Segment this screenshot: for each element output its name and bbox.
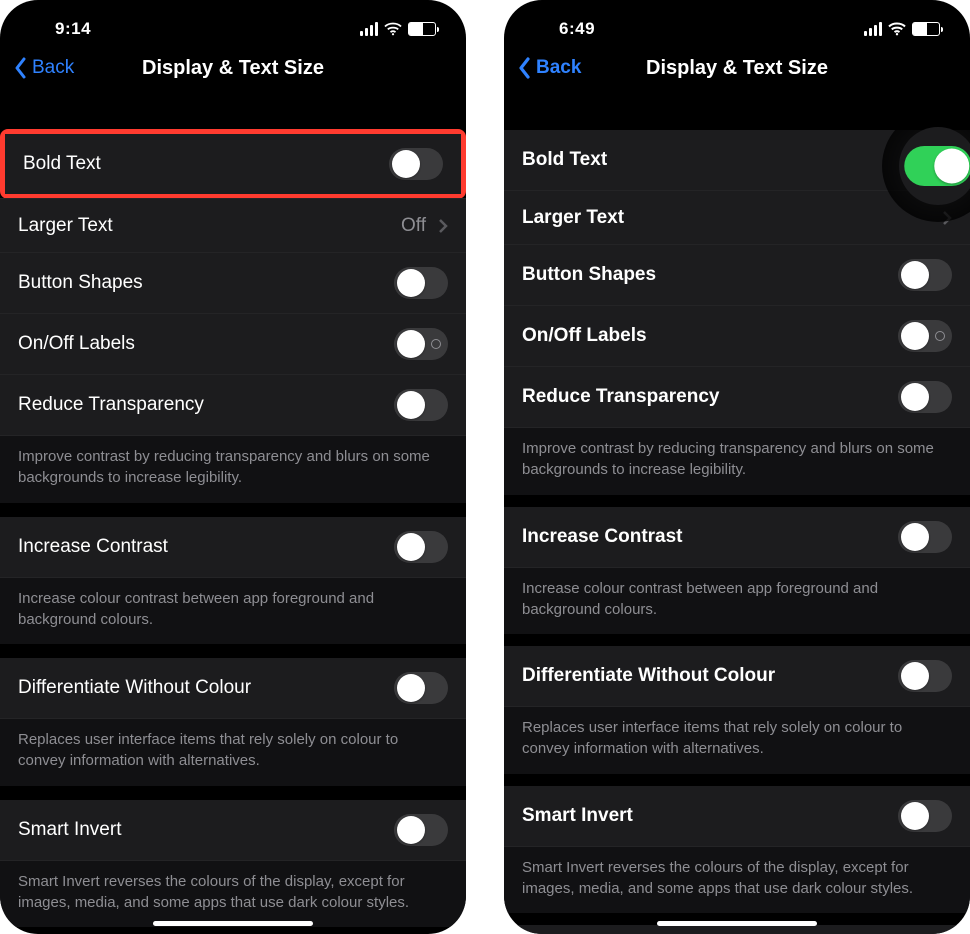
row-label: Bold Text xyxy=(23,153,101,175)
row-label: Button Shapes xyxy=(18,272,143,294)
row-label: Differentiate Without Colour xyxy=(522,665,775,687)
back-label: Back xyxy=(536,57,581,79)
row-increase-contrast[interactable]: Increase Contrast xyxy=(0,517,466,577)
note-increase-contrast: Increase colour contrast between app for… xyxy=(0,577,466,645)
note-smart-invert: Smart Invert reverses the colours of the… xyxy=(0,860,466,928)
status-bar: 9:14 xyxy=(0,0,466,44)
note-increase-contrast: Increase colour contrast between app for… xyxy=(504,567,970,635)
toggle-smart-invert[interactable] xyxy=(394,814,448,846)
toggle-differentiate-colour[interactable] xyxy=(394,672,448,704)
toggle-increase-contrast[interactable] xyxy=(898,521,952,553)
battery-icon xyxy=(408,22,436,36)
row-bold-text[interactable]: Bold Text xyxy=(5,134,461,194)
toggle-onoff-labels[interactable] xyxy=(394,328,448,360)
row-label: Increase Contrast xyxy=(522,526,683,548)
row-label: Differentiate Without Colour xyxy=(18,677,251,699)
row-label: Increase Contrast xyxy=(18,536,168,558)
highlight-bold-text: Bold Text xyxy=(0,129,466,199)
row-label: Reduce Transparency xyxy=(18,394,204,416)
toggle-bold-text[interactable] xyxy=(389,148,443,180)
nav-bar: Back Display & Text Size xyxy=(504,44,970,92)
row-label: Bold Text xyxy=(522,149,607,171)
row-label: Smart Invert xyxy=(522,805,633,827)
row-reduce-transparency[interactable]: Reduce Transparency xyxy=(504,366,970,427)
back-button[interactable]: Back xyxy=(518,57,581,79)
row-button-shapes[interactable]: Button Shapes xyxy=(0,252,466,313)
row-label: Larger Text xyxy=(522,207,624,229)
nav-bar: Back Display & Text Size xyxy=(0,44,466,92)
home-indicator[interactable] xyxy=(153,921,313,926)
row-larger-text[interactable]: Larger Text xyxy=(504,190,970,244)
row-reduce-transparency[interactable]: Reduce Transparency xyxy=(0,374,466,435)
toggle-button-shapes[interactable] xyxy=(898,259,952,291)
note-differentiate-colour: Replaces user interface items that rely … xyxy=(504,706,970,774)
row-differentiate-colour[interactable]: Differentiate Without Colour xyxy=(0,658,466,718)
toggle-bold-text[interactable] xyxy=(904,146,970,186)
row-bold-text[interactable]: Bold Text xyxy=(504,130,970,190)
toggle-differentiate-colour[interactable] xyxy=(898,660,952,692)
row-differentiate-colour[interactable]: Differentiate Without Colour xyxy=(504,646,970,706)
phone-left: 9:14 Back Display & Text Size Bold Text … xyxy=(0,0,466,934)
note-differentiate-colour: Replaces user interface items that rely … xyxy=(0,718,466,786)
row-onoff-labels[interactable]: On/Off Labels xyxy=(0,313,466,374)
row-smart-invert[interactable]: Smart Invert xyxy=(0,800,466,860)
status-time: 9:14 xyxy=(55,19,91,39)
back-label: Back xyxy=(32,57,74,79)
toggle-smart-invert[interactable] xyxy=(898,800,952,832)
row-label: On/Off Labels xyxy=(522,325,647,347)
row-classic-invert[interactable]: Classic Invert xyxy=(504,925,970,934)
row-label: Button Shapes xyxy=(522,264,656,286)
row-increase-contrast[interactable]: Increase Contrast xyxy=(504,507,970,567)
chevron-right-icon xyxy=(438,218,448,234)
chevron-right-icon xyxy=(942,210,952,226)
row-label: Larger Text xyxy=(18,215,113,237)
toggle-increase-contrast[interactable] xyxy=(394,531,448,563)
cellular-signal-icon xyxy=(864,22,882,36)
row-button-shapes[interactable]: Button Shapes xyxy=(504,244,970,305)
chevron-left-icon xyxy=(14,57,28,79)
note-reduce-transparency: Improve contrast by reducing transparenc… xyxy=(0,435,466,503)
battery-icon xyxy=(912,22,940,36)
row-smart-invert[interactable]: Smart Invert xyxy=(504,786,970,846)
settings-list[interactable]: Bold Text Larger Text Button Shapes On/O… xyxy=(504,92,970,934)
cellular-signal-icon xyxy=(360,22,378,36)
note-reduce-transparency: Improve contrast by reducing transparenc… xyxy=(504,427,970,495)
toggle-onoff-labels[interactable] xyxy=(898,320,952,352)
toggle-button-shapes[interactable] xyxy=(394,267,448,299)
status-indicators xyxy=(864,22,940,36)
back-button[interactable]: Back xyxy=(14,57,74,79)
row-onoff-labels[interactable]: On/Off Labels xyxy=(504,305,970,366)
row-label: Reduce Transparency xyxy=(522,386,719,408)
wifi-icon xyxy=(888,22,906,36)
phone-right: 6:49 Back Display & Text Size Bold Text xyxy=(504,0,970,934)
toggle-reduce-transparency[interactable] xyxy=(898,381,952,413)
row-larger-text[interactable]: Larger Text Off xyxy=(0,198,466,252)
status-time: 6:49 xyxy=(559,19,595,39)
toggle-reduce-transparency[interactable] xyxy=(394,389,448,421)
settings-list[interactable]: Bold Text Larger Text Off Button Shapes … xyxy=(0,92,466,934)
row-label: Smart Invert xyxy=(18,819,121,841)
home-indicator[interactable] xyxy=(657,921,817,926)
row-label: On/Off Labels xyxy=(18,333,135,355)
row-value: Off xyxy=(401,215,426,237)
status-bar: 6:49 xyxy=(504,0,970,44)
chevron-left-icon xyxy=(518,57,532,79)
status-indicators xyxy=(360,22,436,36)
note-smart-invert: Smart Invert reverses the colours of the… xyxy=(504,846,970,914)
wifi-icon xyxy=(384,22,402,36)
